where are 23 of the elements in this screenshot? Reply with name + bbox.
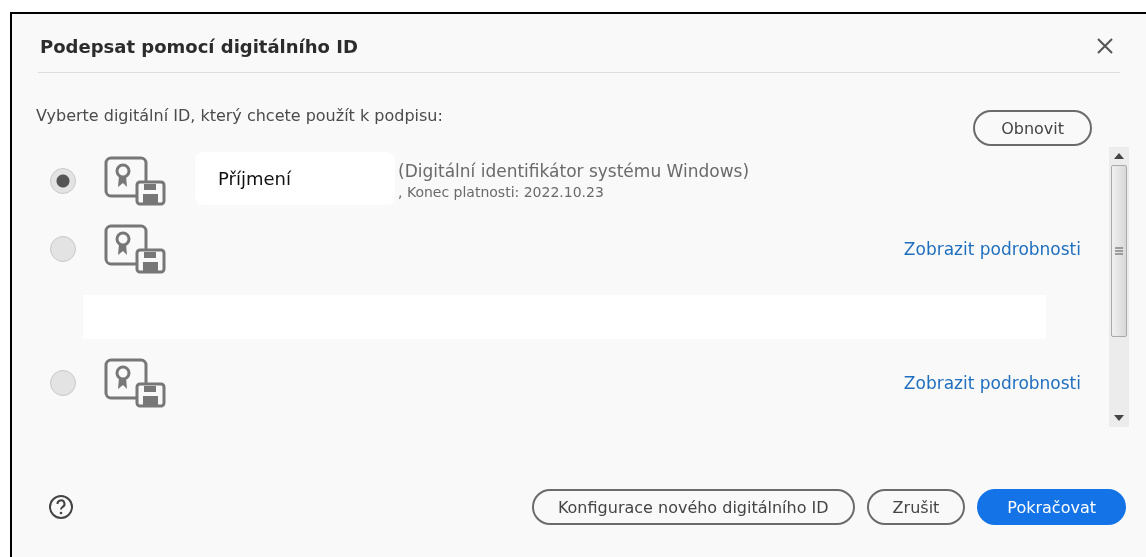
instruction-text: Vyberte digitální ID, který chcete použít k podpisu: <box>36 105 443 125</box>
close-icon[interactable] <box>1096 37 1114 55</box>
grip-icon <box>1115 247 1123 255</box>
radio-button[interactable] <box>50 168 76 194</box>
dialog-button[interactable]: Zrušit <box>866 489 966 525</box>
scrollbar[interactable] <box>1109 147 1129 427</box>
certificate-icon <box>104 224 166 274</box>
continue-button[interactable]: Pokračovat <box>977 489 1126 525</box>
scroll-down-icon[interactable] <box>1114 415 1124 421</box>
radio-button[interactable] <box>50 236 76 262</box>
certificate-icon <box>104 156 166 206</box>
scroll-up-icon[interactable] <box>1114 153 1124 159</box>
name-label: Příjmení <box>195 152 395 205</box>
id-description: (Digitální identifikátor systému Windows) <box>398 160 751 182</box>
certificate-icon <box>104 358 166 408</box>
details-link[interactable]: Zobrazit podrobnosti <box>903 239 1081 259</box>
refresh-button[interactable]: Obnovit <box>973 110 1092 146</box>
dialog-button[interactable]: Konfigurace nového digitálního ID <box>531 489 855 525</box>
expiry-text: , Konec platnosti: 2022.10.23 <box>398 183 605 202</box>
radio-button[interactable] <box>50 370 76 396</box>
help-icon[interactable] <box>48 494 74 520</box>
dialog-title: Podepsat pomocí digitálního ID <box>40 35 358 57</box>
details-link[interactable]: Zobrazit podrobnosti <box>903 373 1081 393</box>
